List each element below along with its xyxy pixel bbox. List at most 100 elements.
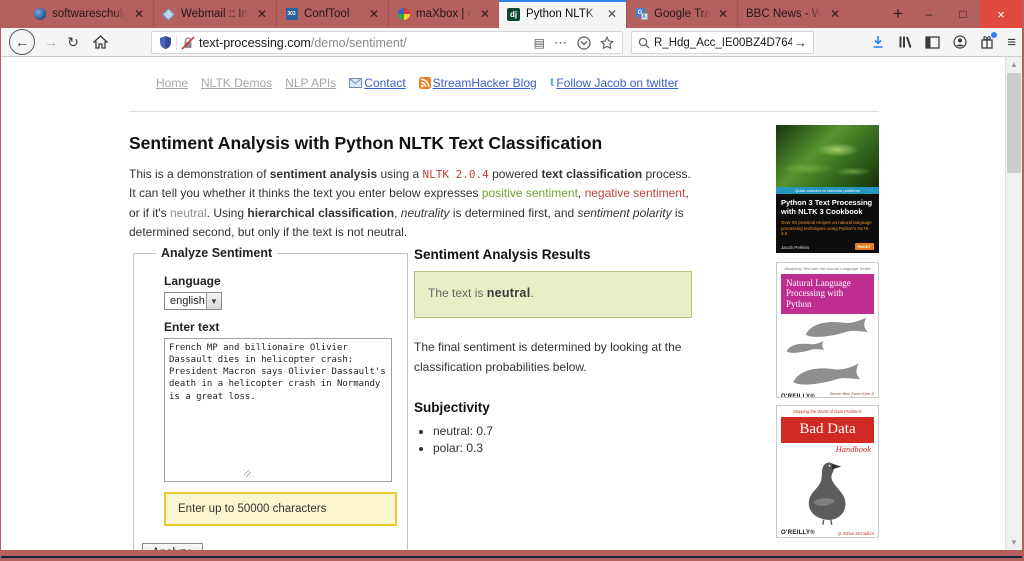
- divider: [129, 111, 879, 112]
- maximize-button[interactable]: □: [946, 0, 980, 28]
- library-icon[interactable]: [898, 35, 912, 49]
- publisher-logo: O'REILLY®: [781, 394, 815, 398]
- nav-link-streamhacker-blog[interactable]: StreamHacker Blog: [419, 76, 537, 90]
- email-icon: [349, 78, 362, 88]
- result-prefix: The text is: [428, 286, 487, 300]
- reader-mode-icon[interactable]: ▤: [534, 36, 545, 50]
- goose-illustration: [781, 454, 874, 530]
- tab-0[interactable]: softwareschule.ch✕: [25, 0, 153, 28]
- search-bar[interactable]: →: [631, 31, 814, 54]
- sidebar-icon[interactable]: [925, 36, 940, 49]
- new-tab-button[interactable]: +: [885, 2, 911, 26]
- rss-icon: [419, 77, 431, 89]
- tab-active[interactable]: djPython NLTK Sent✕: [499, 0, 626, 28]
- tab-title: Python NLTK Sent: [526, 8, 600, 20]
- book-cover-nltk-cookbook[interactable]: Quick answers to common problems Python …: [776, 125, 879, 253]
- url-bar[interactable]: text-processing.com/demo/sentiment/ ▤ ⋯: [151, 31, 623, 54]
- book-cover-bad-data[interactable]: Mapping the World of Data Problems Bad D…: [776, 405, 879, 538]
- maxbox-icon: [397, 8, 410, 21]
- book-author: Q. Ethan McCallum: [838, 531, 874, 536]
- results-heading: Sentiment Analysis Results: [414, 247, 692, 262]
- book-cover-nlp-with-python[interactable]: Analyzing Text with the Natural Language…: [776, 262, 879, 398]
- url-path: /demo/sentiment/: [311, 36, 407, 50]
- result-value: neutral: [487, 286, 531, 300]
- titlebar: softwareschule.ch✕Webmail :: Inbox✕303Co…: [1, 0, 1022, 28]
- subjectivity-heading: Subjectivity: [414, 400, 692, 415]
- search-input[interactable]: [654, 37, 792, 49]
- book-cover-photo: [776, 125, 879, 187]
- whats-new-gift-icon[interactable]: [980, 35, 994, 49]
- nav-link-nlp-apis[interactable]: NLP APIs: [285, 76, 336, 90]
- nav-link-label: NLP APIs: [285, 76, 336, 90]
- book-title: Natural Language Processing with Python: [781, 274, 874, 314]
- nav-link-label: Contact: [364, 76, 405, 90]
- intro-segment: is determined first, and: [449, 206, 577, 220]
- back-button[interactable]: ←: [9, 29, 35, 55]
- pocket-icon[interactable]: [577, 36, 591, 50]
- close-button[interactable]: ×: [980, 0, 1022, 28]
- tab-close-icon[interactable]: ✕: [366, 7, 382, 21]
- result-box: The text is neutral.: [414, 271, 692, 318]
- tab-1[interactable]: Webmail :: Inbox✕: [153, 0, 276, 28]
- home-button[interactable]: [89, 30, 111, 54]
- conftool-icon: 303: [285, 8, 298, 21]
- forward-button[interactable]: →: [41, 30, 61, 54]
- scroll-down-arrow[interactable]: ▼: [1006, 535, 1022, 550]
- tab-close-icon[interactable]: ✕: [827, 7, 843, 21]
- fieldset-legend: Analyze Sentiment: [156, 246, 277, 260]
- book-title: Python 3 Text Processing with NLTK 3 Coo…: [781, 198, 874, 217]
- book-title: Bad Data: [781, 417, 874, 443]
- menu-icon[interactable]: ≡: [1007, 34, 1016, 51]
- scroll-up-arrow[interactable]: ▲: [1006, 57, 1022, 72]
- notification-dot: [991, 32, 997, 38]
- nav-link-home[interactable]: Home: [156, 76, 188, 90]
- tab-close-icon[interactable]: ✕: [715, 7, 731, 21]
- account-icon[interactable]: [953, 35, 967, 49]
- tab-close-icon[interactable]: ✕: [131, 7, 147, 21]
- downloads-icon[interactable]: [871, 35, 885, 49]
- probability-list: neutral: 0.7polar: 0.3: [414, 424, 692, 455]
- tab-title: Google Translate: [654, 8, 711, 20]
- language-select[interactable]: english ▼: [164, 292, 222, 310]
- url-domain: text-processing.com: [199, 36, 311, 50]
- nav-link-label: Home: [156, 76, 188, 90]
- bookmark-star-icon[interactable]: [600, 36, 614, 50]
- tab-2[interactable]: 303ConfTool✕: [276, 0, 388, 28]
- tab-6[interactable]: BBC News - World XM✕: [737, 0, 849, 28]
- tab-5[interactable]: GAGoogle Translate✕: [626, 0, 737, 28]
- tab-close-icon[interactable]: ✕: [254, 7, 270, 21]
- textarea-resize-handle[interactable]: [244, 470, 251, 477]
- nav-link-nltk-demos[interactable]: NLTK Demos: [201, 76, 272, 90]
- site-navigation: Home NLTK Demos NLP APIs Contact StreamHacke…: [156, 75, 678, 91]
- page-title: Sentiment Analysis with Python NLTK Text…: [129, 133, 602, 154]
- character-limit-notice: Enter up to 50000 characters: [164, 492, 397, 526]
- vertical-scrollbar[interactable]: ▲ ▼: [1005, 57, 1022, 550]
- nav-link-follow-jacob-on-twitter[interactable]: tFollow Jacob on twitter: [550, 75, 679, 91]
- book-tagline: Analyzing Text with the Natural Language…: [781, 266, 874, 271]
- nav-link-contact[interactable]: Contact: [349, 76, 405, 90]
- chevron-down-icon[interactable]: ▼: [206, 293, 221, 309]
- minimize-button[interactable]: –: [912, 0, 946, 28]
- nav-link-label: Follow Jacob on twitter: [556, 76, 678, 90]
- probability-item: polar: 0.3: [433, 441, 692, 455]
- tab-close-icon[interactable]: ✕: [477, 7, 493, 21]
- tab-close-icon[interactable]: ✕: [604, 7, 620, 21]
- tab-3[interactable]: maXbox | maxbox✕: [388, 0, 499, 28]
- book-tagline: Over 80 practical recipes on natural lan…: [781, 220, 874, 238]
- page-actions-icon[interactable]: ⋯: [554, 35, 568, 51]
- home-icon: [93, 35, 108, 49]
- urlbar-separator: [176, 36, 177, 50]
- scrollbar-thumb[interactable]: [1007, 73, 1021, 173]
- reload-button[interactable]: ↻: [63, 30, 83, 54]
- analyze-button[interactable]: Analyze: [142, 543, 203, 550]
- intro-segment: hierarchical classification: [247, 206, 394, 220]
- enter-text-label: Enter text: [164, 320, 397, 334]
- twitter-icon: t: [550, 75, 555, 91]
- urlbar-actions: ▤ ⋯: [534, 35, 622, 51]
- url-text: text-processing.com/demo/sentiment/: [199, 36, 407, 50]
- search-go-icon[interactable]: →: [794, 35, 807, 50]
- tracking-shield-icon[interactable]: [159, 35, 172, 50]
- book-tagline: Mapping the World of Data Problems: [781, 409, 874, 414]
- publisher-logo: PACKT: [855, 243, 874, 250]
- text-input[interactable]: French MP and billionaire Olivier Dassau…: [164, 338, 392, 482]
